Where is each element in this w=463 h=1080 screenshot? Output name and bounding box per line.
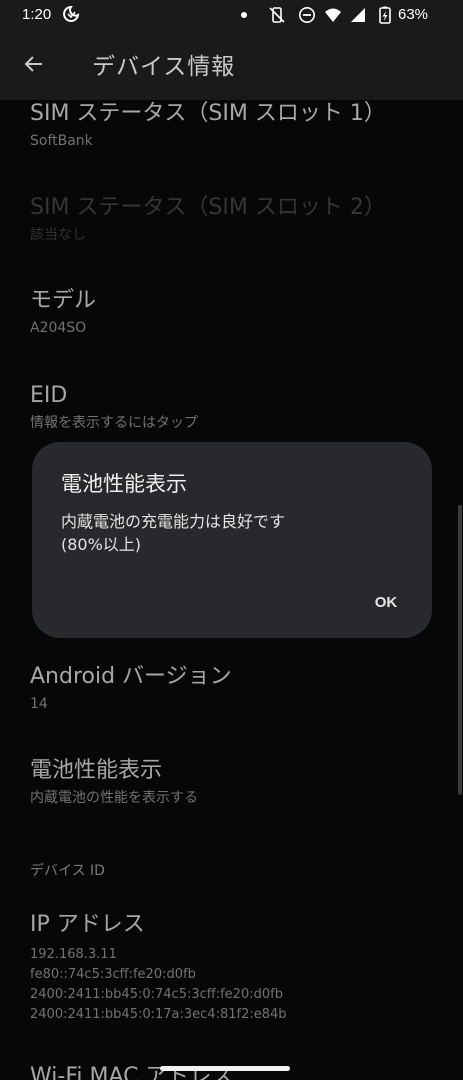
do-not-disturb-moon-icon bbox=[63, 5, 80, 22]
scrollbar[interactable] bbox=[458, 505, 462, 795]
battery-charging-icon bbox=[379, 6, 391, 24]
dialog-message-line: (80%以上) bbox=[61, 535, 142, 554]
dialog-title: 電池性能表示 bbox=[61, 472, 187, 496]
gesture-nav-handle[interactable] bbox=[160, 1066, 290, 1071]
wifi-icon bbox=[325, 8, 341, 22]
status-bar: 1:20 63% bbox=[0, 0, 463, 30]
status-time: 1:20 bbox=[22, 6, 52, 23]
page-title: デバイス情報 bbox=[92, 54, 236, 80]
dialog-message-line: 内蔵電池の充電能力は良好です bbox=[61, 512, 286, 531]
notification-dot bbox=[241, 12, 247, 18]
signal-icon bbox=[351, 8, 365, 22]
vibrate-off-icon bbox=[269, 7, 285, 23]
battery-dialog: 電池性能表示 内蔵電池の充電能力は良好です (80%以上) OK bbox=[32, 442, 432, 638]
screen: 1:20 63% デバイス情報 SIM ステータス（SIM スロット 1） So… bbox=[0, 0, 463, 1080]
ok-button[interactable]: OK bbox=[358, 584, 414, 620]
app-bar: デバイス情報 bbox=[0, 30, 463, 100]
dialog-message: 内蔵電池の充電能力は良好です (80%以上) bbox=[61, 510, 401, 556]
battery-percent: 63% bbox=[398, 6, 429, 23]
back-arrow-icon[interactable] bbox=[22, 52, 46, 76]
dnd-minus-icon bbox=[299, 7, 315, 23]
